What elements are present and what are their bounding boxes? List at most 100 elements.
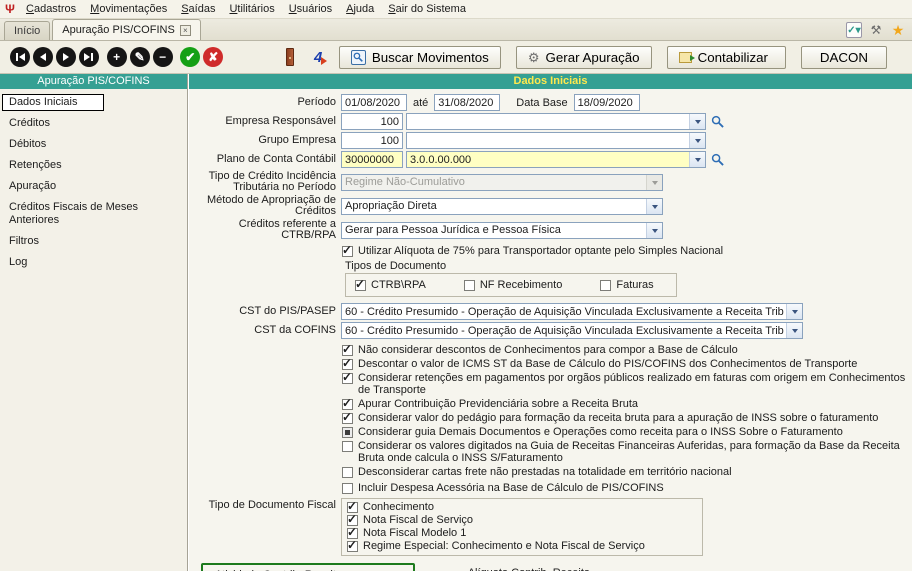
tipo-credito-value: Regime Não-Cumulativo [345, 176, 465, 188]
empresa-code-input[interactable] [341, 113, 403, 130]
grupo-name-combobox[interactable] [406, 132, 706, 149]
tipo-documento-fiscal-label: Tipo de Documento Fiscal [208, 499, 336, 511]
tools-icon[interactable]: ⚒ [868, 22, 884, 38]
first-record-button[interactable] [10, 47, 30, 67]
plano-conta-code-input[interactable] [341, 151, 403, 168]
empresa-name-combobox[interactable] [406, 113, 706, 130]
ctrb-rpa-label: CTRB\RPA [371, 279, 426, 291]
nota-fiscal-modelo1-label: Nota Fiscal Modelo 1 [363, 527, 467, 539]
atividade-highlight-box: Atividade Contrib. Receita Bruta Ativida… [201, 563, 415, 571]
plano-conta-lookup-button[interactable] [708, 151, 726, 168]
metodo-apropriacao-combobox[interactable]: Apropriação Direta [341, 197, 663, 215]
tab-inicio[interactable]: Início [4, 21, 51, 40]
cst-cofins-dropdown-arrow-icon[interactable] [786, 323, 802, 338]
tipo-credito-combobox: Regime Não-Cumulativo [341, 173, 663, 191]
previous-record-button[interactable] [33, 47, 53, 67]
plano-conta-label: Plano de Conta Contábil [216, 153, 336, 165]
confirm-button[interactable]: ✔ [180, 47, 201, 67]
favorite-star-icon[interactable]: ★ [890, 22, 906, 38]
menu-item-usuarios[interactable]: Usuários [282, 1, 339, 17]
add-record-button[interactable]: + [106, 47, 127, 67]
creditos-ctrb-combobox[interactable]: Gerar para Pessoa Jurídica e Pessoa Físi… [341, 221, 663, 239]
creditos-ctrb-dropdown-arrow-icon[interactable] [646, 222, 662, 238]
sidebar-item-retencoes[interactable]: Retenções [2, 157, 185, 174]
opt-guia-demais-documentos-checkbox[interactable] [342, 427, 353, 438]
sidebar-item-creditos[interactable]: Créditos [2, 115, 185, 132]
buscar-movimentos-button[interactable]: Buscar Movimentos [338, 45, 501, 69]
contabilizar-label: Contabilizar [697, 49, 768, 65]
menu-item-cadastros[interactable]: Cadastros [19, 1, 83, 17]
menu-item-movimentacoes[interactable]: Movimentações [83, 1, 174, 17]
option-label: Não considerar descontos de Conhecimento… [358, 344, 738, 356]
tab-apuracao-pis-cofins[interactable]: Apuração PIS/COFINS × [52, 19, 201, 40]
sidebar-item-dados-iniciais[interactable]: Dados Iniciais [2, 94, 105, 111]
next-record-button[interactable] [56, 47, 76, 67]
periodo-end-input[interactable] [434, 94, 501, 111]
plano-conta-dropdown-arrow-icon[interactable] [689, 152, 705, 167]
opt-descontar-icms-st-checkbox[interactable] [342, 357, 353, 370]
sidebar-item-apuracao[interactable]: Apuração [2, 178, 185, 195]
empresa-lookup-button[interactable] [708, 113, 726, 130]
sidebar-item-filtros[interactable]: Filtros [2, 233, 185, 250]
menu-item-sair[interactable]: Sair do Sistema [381, 1, 473, 17]
cst-cofins-label: CST da COFINS [254, 324, 336, 336]
opt-incluir-despesa-acessoria-checkbox[interactable] [342, 483, 353, 494]
opt-receitas-financeiras-auferidas-checkbox[interactable] [342, 441, 353, 452]
menu-item-saidas[interactable]: Saídas [174, 1, 222, 17]
option-label: Considerar guia Demais Documentos e Oper… [358, 426, 843, 438]
last-arrow-icon [84, 53, 90, 61]
sidebar-item-debitos[interactable]: Débitos [2, 136, 185, 153]
tipos-documento-title: Tipos de Documento [345, 260, 447, 272]
grupo-code-input[interactable] [341, 132, 403, 149]
opt-desconsiderar-cartas-frete-checkbox[interactable] [342, 467, 353, 478]
cst-cofins-combobox[interactable]: 60 - Crédito Presumido - Operação de Aqu… [341, 322, 803, 339]
last-record-button[interactable] [79, 47, 99, 67]
x-icon: ✘ [208, 50, 219, 64]
sidebar-item-log[interactable]: Log [2, 254, 185, 271]
delete-record-button[interactable]: − [152, 47, 173, 67]
periodo-start-input[interactable] [341, 94, 407, 111]
tab-options-dropdown-icon[interactable]: ✓▾ [846, 22, 862, 38]
regime-especial-label: Regime Especial: Conhecimento e Nota Fis… [363, 540, 645, 552]
opt-pedagio-receita-bruta-checkbox[interactable] [342, 411, 353, 424]
menu-item-utilitarios[interactable]: Utilitários [222, 1, 281, 17]
metodo-dropdown-arrow-icon[interactable] [646, 198, 662, 214]
edit-record-button[interactable]: ✎ [129, 47, 150, 67]
aliquota-75-checkbox[interactable] [342, 244, 353, 257]
opt-apurar-contribuicao-previdenciaria-checkbox[interactable] [342, 397, 353, 410]
faturas-label: Faturas [616, 279, 654, 291]
plano-conta-combobox[interactable]: 3.0.0.00.000 [406, 151, 706, 168]
data-base-input[interactable] [573, 94, 640, 111]
option-label: Incluir Despesa Acessória na Base de Cál… [358, 482, 664, 494]
option-label: Descontar o valor de ICMS ST da Base de … [358, 358, 858, 370]
opt-nao-considerar-descontos-checkbox[interactable] [342, 343, 353, 356]
nf-recebimento-label: NF Recebimento [479, 279, 563, 291]
tab-close-icon[interactable]: × [179, 24, 191, 36]
tab-inicio-label: Início [14, 25, 41, 37]
tab-bar: Início Apuração PIS/COFINS × ✓▾ ⚒ ★ [0, 19, 912, 41]
tipo-documento-fiscal-group: Tipo de Documento Fiscal Conhecimento No… [189, 498, 908, 556]
creditos-ctrb-value: Gerar para Pessoa Jurídica e Pessoa Físi… [345, 224, 561, 236]
menu-item-ajuda[interactable]: Ajuda [339, 1, 381, 17]
toolbar: + ✎ − ✔ ✘ 4 Buscar Movimentos ⚙ Gerar Ap… [0, 41, 912, 74]
empresa-dropdown-arrow-icon[interactable] [689, 114, 705, 129]
nf-recebimento-checkbox[interactable] [463, 280, 475, 291]
ctrb-rpa-checkbox[interactable] [355, 278, 366, 291]
previous-arrow-icon [40, 53, 46, 61]
exit-door-icon[interactable] [286, 48, 294, 66]
regime-especial-checkbox[interactable] [347, 539, 358, 552]
sidebar-item-creditos-fiscais[interactable]: Créditos Fiscais de Meses Anteriores [2, 199, 185, 229]
tipo-credito-label: Tipo de Crédito Incidência Tributária no… [208, 170, 336, 193]
grupo-dropdown-arrow-icon[interactable] [689, 133, 705, 148]
gerar-apuracao-button[interactable]: ⚙ Gerar Apuração [515, 45, 652, 69]
cst-pis-combobox[interactable]: 60 - Crédito Presumido - Operação de Aqu… [341, 303, 803, 320]
contabilizar-button[interactable]: Contabilizar [666, 45, 786, 69]
opt-retencoes-orgaos-publicos-checkbox[interactable] [342, 371, 353, 384]
minus-icon: − [159, 50, 167, 64]
cancel-button[interactable]: ✘ [203, 47, 224, 67]
number-four-tool-icon[interactable]: 4 [314, 49, 328, 66]
faturas-checkbox[interactable] [600, 280, 612, 291]
dacon-button[interactable]: DACON [800, 45, 887, 69]
cst-pis-value: 60 - Crédito Presumido - Operação de Aqu… [345, 305, 784, 318]
cst-pis-dropdown-arrow-icon[interactable] [786, 304, 802, 319]
